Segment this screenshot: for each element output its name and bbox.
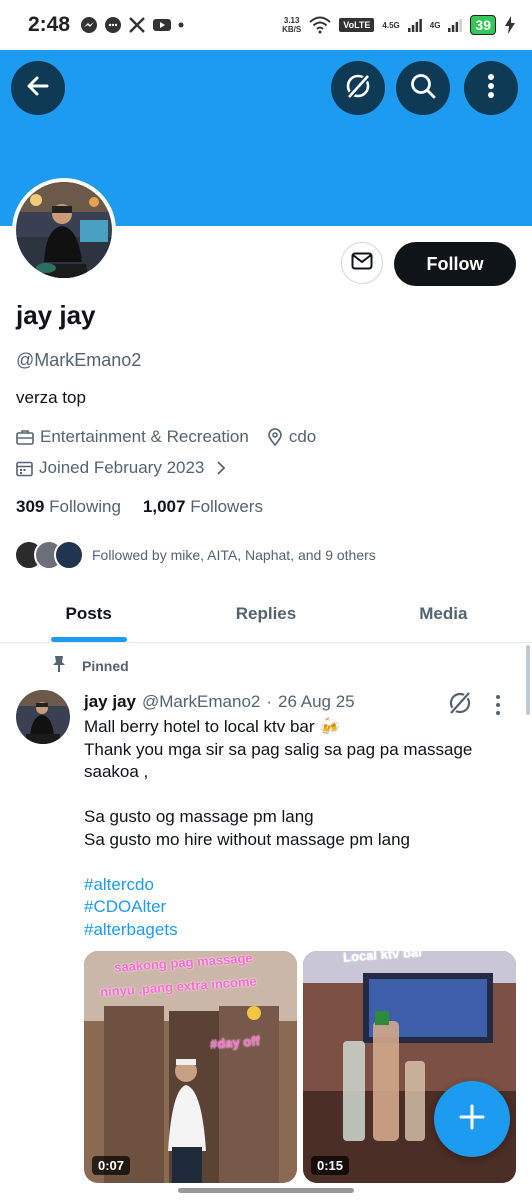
messenger-icon [80, 16, 98, 34]
tweet-body: Mall berry hotel to local ktv bar 🍻 Than… [84, 716, 514, 941]
speed-unit: KB/S [282, 25, 302, 34]
tweet-line: saakoa , [84, 762, 149, 781]
display-name: jay jay [16, 300, 96, 330]
arrow-left-icon [25, 73, 51, 104]
follow-counts: 309 Following 1,007 Followers [16, 497, 263, 517]
video-thumbnail[interactable]: saakong pag massage ninyu ,pang extra in… [84, 951, 297, 1183]
status-time: 2:48 [28, 13, 71, 36]
tab-media[interactable]: Media [355, 585, 532, 642]
network-speed: 3.13 KB/S [282, 16, 301, 34]
battery-level: 39 [470, 15, 496, 35]
pinned-label-row: Pinned [50, 655, 129, 676]
pinned-label: Pinned [82, 657, 129, 674]
followers-count: 1,007 [142, 497, 186, 516]
scrollbar[interactable] [526, 645, 530, 715]
notification-icons [80, 16, 184, 34]
profile-bio: verza top [16, 388, 86, 407]
tweet-author[interactable]: jay jay [84, 692, 136, 712]
profile-joined: Joined February 2023 [39, 458, 205, 477]
tweet-avatar[interactable] [16, 690, 70, 744]
back-button[interactable] [11, 61, 65, 115]
search-icon [409, 72, 437, 105]
avatar-image [16, 182, 112, 278]
active-tab-indicator [51, 637, 127, 642]
dot-icon [178, 22, 184, 28]
following-label: Following [49, 497, 121, 516]
charging-icon [504, 16, 516, 34]
search-button[interactable] [396, 61, 450, 115]
mail-icon [351, 252, 373, 275]
hashtag-link[interactable]: #alterbagets [84, 919, 514, 942]
status-right: 3.13 KB/S VoLTE 4.5G 4G 39 [282, 15, 516, 35]
briefcase-icon [16, 429, 34, 445]
grok-button[interactable] [331, 61, 385, 115]
compose-button[interactable] [434, 1081, 510, 1157]
speed-value: 3.13 [283, 16, 300, 25]
youtube-icon [152, 17, 172, 33]
status-bar: 2:48 3.13 KB/S VoLTE 4.5G 4G 39 [0, 0, 532, 50]
home-indicator[interactable] [178, 1188, 354, 1193]
location-icon [267, 428, 283, 446]
profile-meta-row: Entertainment & Recreation cdo [16, 427, 316, 447]
calendar-icon [16, 460, 33, 477]
tweet-line [84, 851, 514, 874]
tweet-line: Mall berry hotel to local ktv bar 🍻 [84, 717, 341, 736]
signal-icon [407, 18, 422, 32]
video-duration: 0:07 [92, 1156, 131, 1175]
followers-label: Followers [190, 497, 263, 516]
x-icon [128, 16, 146, 34]
hashtag-link[interactable]: #altercdo [84, 874, 514, 897]
grok-icon [343, 71, 373, 106]
tab-posts[interactable]: Posts [0, 585, 177, 642]
network-2: 4G [429, 20, 441, 30]
network-1: 4.5G [382, 20, 400, 30]
plus-icon [458, 1103, 486, 1136]
tweet-handle: @MarkEmano2 [142, 692, 261, 711]
tweet-header: jay jay @MarkEmano2 · 26 Aug 25 [84, 692, 355, 712]
profile-category: Entertainment & Recreation [40, 427, 249, 446]
following-count: 309 [16, 497, 45, 516]
tab-replies[interactable]: Replies [177, 585, 354, 642]
following-link[interactable]: 309 Following [16, 497, 121, 517]
tweet-line [84, 784, 514, 807]
profile-tabs: Posts Replies Media [0, 585, 532, 643]
pin-icon [50, 655, 68, 676]
follower-avatar [54, 540, 84, 570]
followers-link[interactable]: 1,007 Followers [143, 497, 263, 517]
wifi-icon [309, 16, 331, 34]
more-vertical-icon [487, 73, 495, 104]
joined-row[interactable]: Joined February 2023 [16, 458, 232, 478]
tweet-line: Sa gusto mo hire without massage pm lang [84, 829, 411, 849]
profile-handle: @MarkEmano2 [16, 350, 142, 370]
message-button[interactable] [341, 242, 383, 284]
volte-badge: VoLTE [339, 18, 375, 32]
followed-by-text: Followed by mike, AITA, Naphat, and 9 ot… [92, 547, 376, 563]
signal-icon-2 [448, 18, 463, 32]
more-button[interactable] [464, 61, 518, 115]
chat-icon [104, 16, 122, 34]
tweet-date: 26 Aug 25 [278, 692, 355, 711]
profile-location: cdo [288, 427, 317, 446]
hashtag-link[interactable]: #CDOAlter [84, 896, 514, 919]
tweet-line: Thank you mga sir sa pag salig sa pag pa… [84, 739, 473, 759]
tweet-separator: · [266, 692, 273, 711]
video-duration: 0:15 [311, 1156, 350, 1175]
follow-button[interactable]: Follow [394, 242, 516, 286]
tweet-line: Sa gusto og massage pm lang [84, 807, 314, 826]
followed-by-row[interactable]: Followed by mike, AITA, Naphat, and 9 ot… [14, 540, 376, 570]
profile-avatar[interactable] [12, 178, 116, 282]
chevron-right-icon [216, 460, 226, 476]
